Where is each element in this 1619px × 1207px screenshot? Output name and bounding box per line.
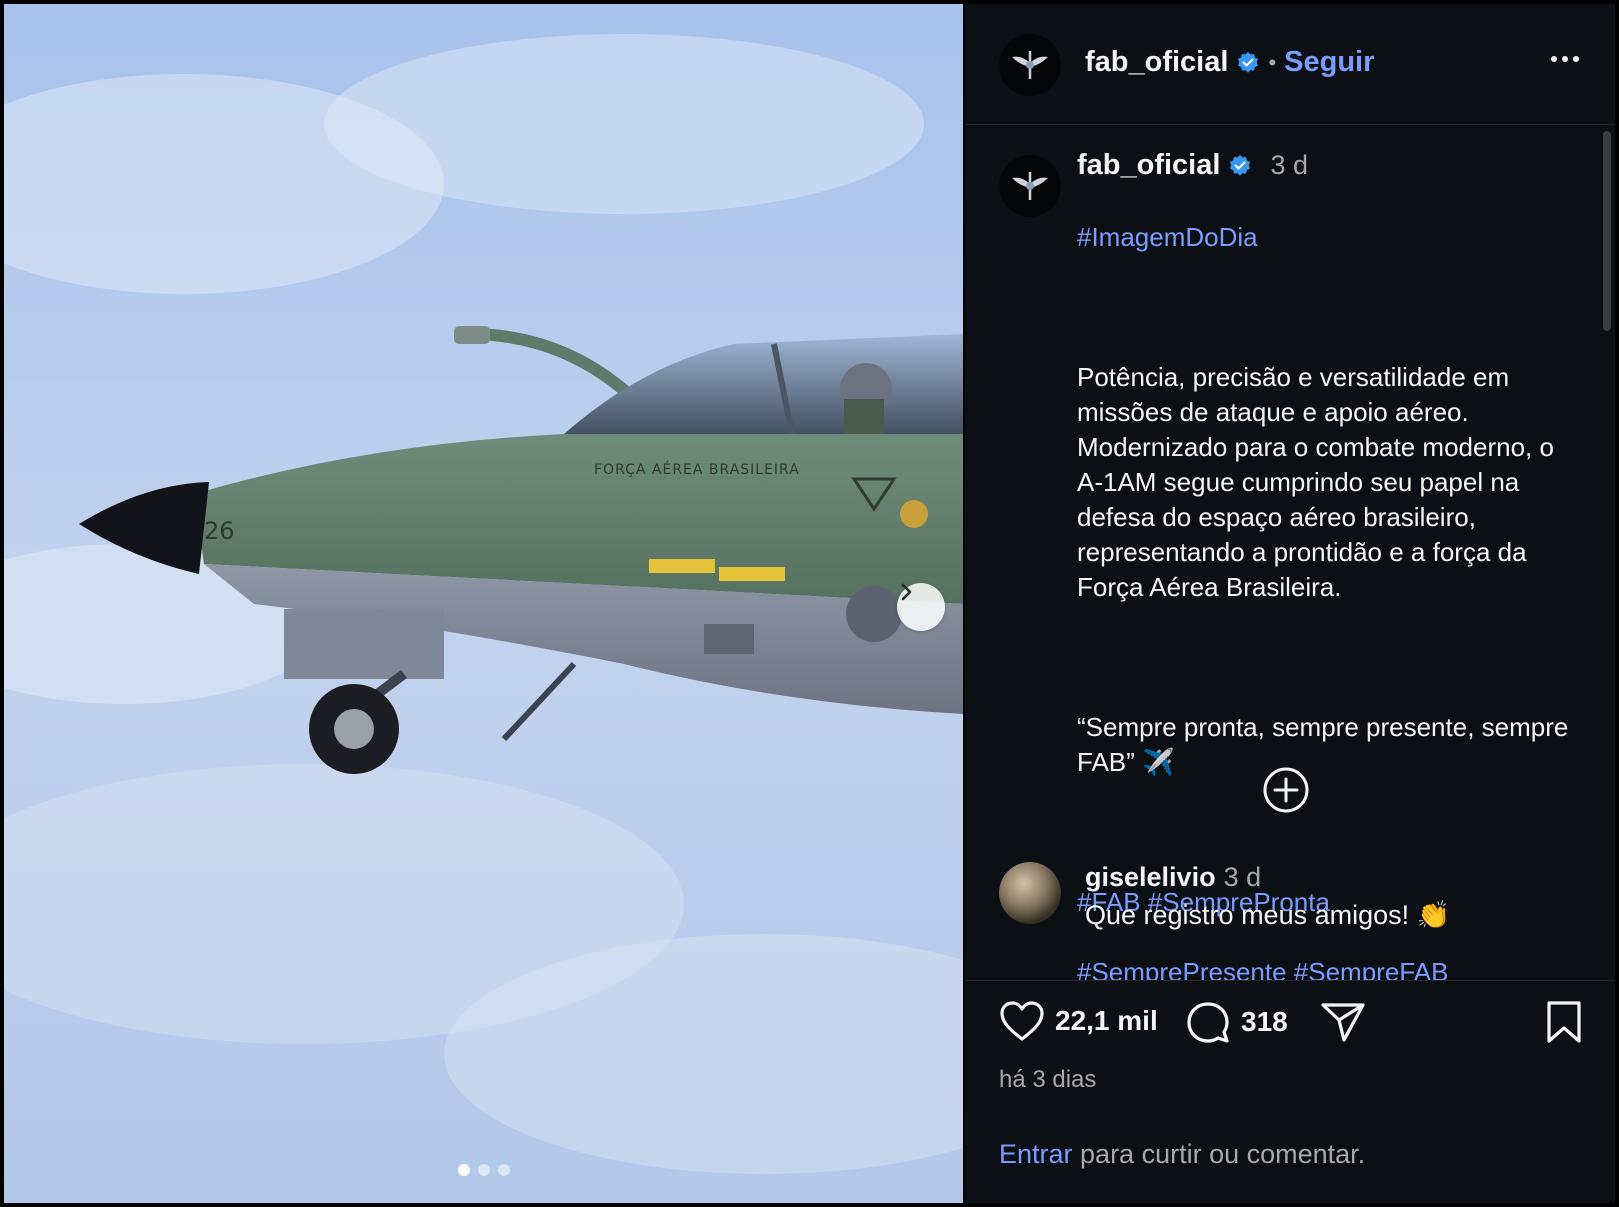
add-circle-icon: [1263, 767, 1309, 813]
caption-hashtags[interactable]: #SemprePresente #SempreFAB: [1077, 955, 1577, 980]
carousel-dot: [497, 1164, 510, 1176]
scrollbar-thumb[interactable]: [1603, 131, 1611, 331]
post-actions: 22,1 mil 318: [965, 982, 1615, 1062]
caption-body: Potência, precisão e versatilidade em mi…: [1077, 362, 1554, 602]
post-details-panel: fab_oficial • Seguir fab_oficial 3 d #Im…: [965, 4, 1615, 1203]
comment-action[interactable]: 318: [1185, 1000, 1288, 1044]
commenter-avatar[interactable]: [999, 862, 1061, 924]
caption-author-username[interactable]: fab_oficial: [1077, 149, 1220, 182]
like-action[interactable]: 22,1 mil: [999, 1000, 1158, 1042]
more-options-icon[interactable]: [1551, 56, 1579, 62]
comment-icon[interactable]: [1185, 1000, 1231, 1044]
verified-badge-icon: [1230, 154, 1251, 176]
caption-hashtag[interactable]: #ImagemDoDia: [1077, 220, 1577, 255]
aircraft-photo: FORÇA AÉREA BRASILEIRA 26: [4, 4, 963, 1203]
instagram-post-view: FORÇA AÉREA BRASILEIRA 26 fab_oficial • …: [0, 0, 1619, 1207]
caption-quote: “Sempre pronta, sempre presente, sempre …: [1077, 712, 1569, 777]
heart-icon[interactable]: [999, 1000, 1045, 1042]
carousel-next-button[interactable]: [897, 583, 945, 631]
post-header: fab_oficial • Seguir: [965, 4, 1615, 125]
login-text: para curtir ou comentar.: [1072, 1139, 1366, 1169]
caption-author-avatar[interactable]: [999, 155, 1061, 217]
login-link[interactable]: Entrar: [999, 1139, 1073, 1169]
carousel-dot: [457, 1164, 470, 1176]
comments-scroll-area[interactable]: fab_oficial 3 d #ImagemDoDia Potência, p…: [965, 125, 1615, 981]
author-avatar[interactable]: [999, 34, 1061, 96]
fab-emblem-icon: [1012, 51, 1048, 79]
post-date[interactable]: há 3 dias: [999, 1066, 1096, 1094]
verified-badge-icon: [1238, 51, 1259, 73]
follow-button[interactable]: Seguir: [1284, 46, 1374, 79]
carousel-dot: [477, 1164, 490, 1176]
aircraft-number: 26: [204, 517, 235, 545]
share-action[interactable]: [1320, 1000, 1366, 1044]
caption-time[interactable]: 3 d: [1270, 150, 1308, 181]
login-prompt: Entrar para curtir ou comentar.: [999, 1139, 1365, 1170]
comment-time[interactable]: 3 d: [1224, 862, 1262, 893]
carousel-indicator: [4, 1164, 963, 1176]
commenter-username[interactable]: giselelivio: [1085, 862, 1216, 893]
aircraft-lettering: FORÇA AÉREA BRASILEIRA: [594, 461, 800, 478]
load-more-comments-button[interactable]: [1261, 765, 1311, 815]
comment-text: Que registro meus amigos! 👏: [1085, 900, 1451, 930]
like-count[interactable]: 22,1 mil: [1055, 1005, 1158, 1037]
post-photo[interactable]: FORÇA AÉREA BRASILEIRA 26: [4, 4, 963, 1203]
fab-emblem-icon: [1012, 172, 1048, 200]
share-icon[interactable]: [1320, 1000, 1366, 1044]
bookmark-icon[interactable]: [1545, 1000, 1583, 1044]
save-action[interactable]: [1545, 1000, 1583, 1044]
comment-count[interactable]: 318: [1241, 1006, 1288, 1038]
author-username[interactable]: fab_oficial: [1085, 46, 1228, 79]
chevron-right-icon: [901, 583, 912, 601]
header-separator: •: [1268, 49, 1277, 75]
